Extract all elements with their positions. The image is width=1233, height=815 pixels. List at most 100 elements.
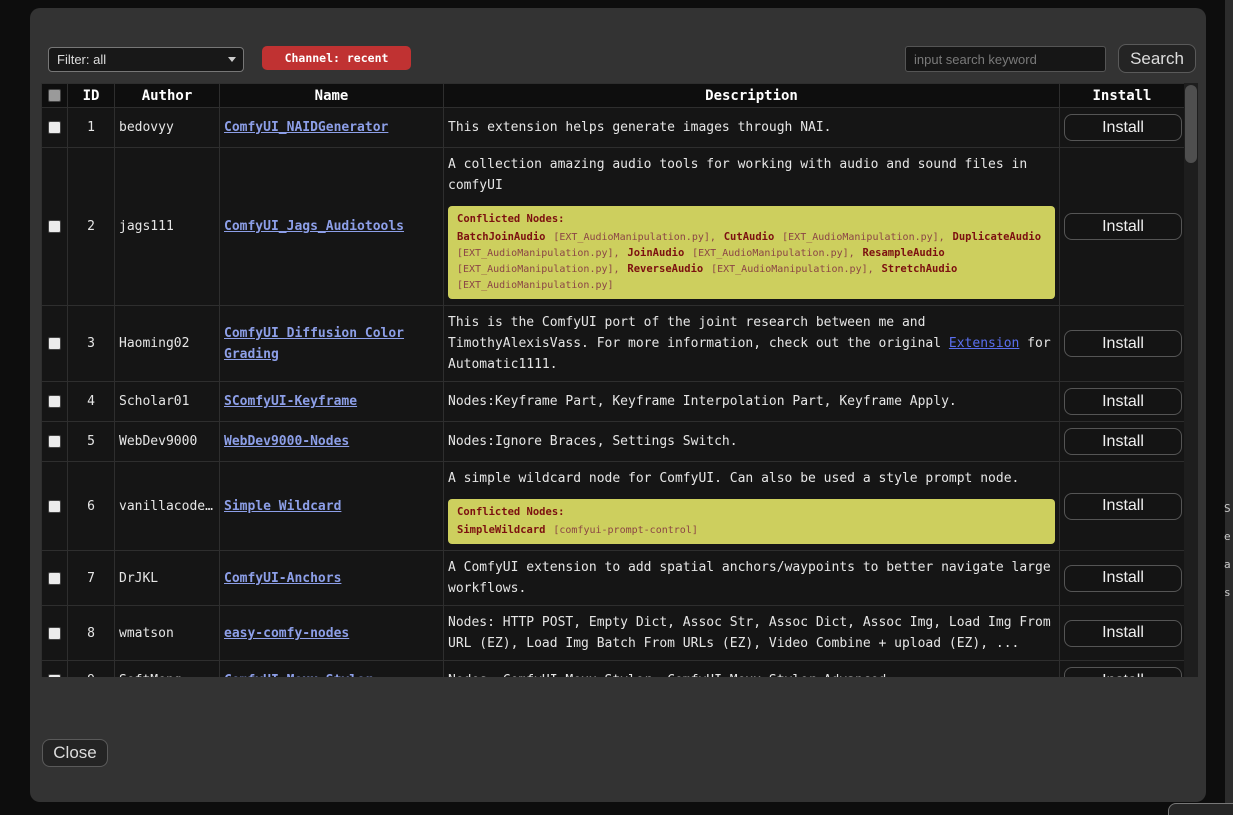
extension-name-link[interactable]: ComfyUI_Jags_Audiotools <box>224 219 404 234</box>
install-button[interactable]: Install <box>1064 428 1182 455</box>
edge-text-fragment: e <box>1224 530 1231 543</box>
table-row: 8 wmatson easy-comfy-nodes Nodes: HTTP P… <box>42 606 1185 661</box>
close-button[interactable]: Close <box>42 739 108 767</box>
row-author: WebDev9000 <box>115 422 220 462</box>
conflict-node-name: JoinAudio <box>627 247 684 259</box>
header-description: Description <box>444 84 1060 108</box>
row-description: Nodes:Keyframe Part, Keyframe Interpolat… <box>444 382 1060 422</box>
row-id: 5 <box>68 422 115 462</box>
conflict-node-name: CutAudio <box>724 231 775 243</box>
page-edge-strip <box>1225 0 1233 815</box>
partial-corner-button[interactable] <box>1168 803 1233 815</box>
description-extension-link[interactable]: Extension <box>949 336 1019 351</box>
table-row: 5 WebDev9000 WebDev9000-Nodes Nodes:Igno… <box>42 422 1185 462</box>
conflict-node-name: DuplicateAudio <box>953 231 1042 243</box>
row-checkbox[interactable] <box>48 500 61 513</box>
row-description: Nodes: HTTP POST, Empty Dict, Assoc Str,… <box>444 606 1060 661</box>
extensions-table: ID Author Name Description Install 1 bed… <box>41 83 1185 677</box>
conflict-node-name: ResampleAudio <box>863 247 945 259</box>
description-text: A collection amazing audio tools for wor… <box>448 154 1055 196</box>
select-all-checkbox[interactable] <box>48 89 61 102</box>
table-row: 7 DrJKL ComfyUI-Anchors A ComfyUI extens… <box>42 551 1185 606</box>
header-author: Author <box>115 84 220 108</box>
conflict-node-name: BatchJoinAudio <box>457 231 546 243</box>
extension-name-link[interactable]: easy-comfy-nodes <box>224 626 349 641</box>
row-author: DrJKL <box>115 551 220 606</box>
row-description: Nodes: ComfyUI Mexx Styler, ComfyUI Mexx… <box>444 661 1060 678</box>
description-text: A simple wildcard node for ComfyUI. Can … <box>448 468 1055 489</box>
conflicted-nodes-box: Conflicted Nodes: BatchJoinAudio [EXT_Au… <box>448 206 1055 299</box>
install-button[interactable]: Install <box>1064 565 1182 592</box>
table-row: 9 SoftMeng ComfyUI_Mexx_Styler Nodes: Co… <box>42 661 1185 678</box>
custom-nodes-dialog: Filter: all Channel: recent Search ID Au… <box>30 8 1206 802</box>
conflict-title: Conflicted Nodes: <box>457 505 1046 520</box>
row-id: 4 <box>68 382 115 422</box>
search-button[interactable]: Search <box>1118 44 1196 73</box>
conflict-node-name: ReverseAudio <box>627 263 703 275</box>
install-button[interactable]: Install <box>1064 330 1182 357</box>
conflict-node-source: [comfyui-prompt-control] <box>553 525 698 536</box>
row-description: A simple wildcard node for ComfyUI. Can … <box>444 462 1060 551</box>
conflict-node-source: [EXT_AudioManipulation.py] <box>457 280 614 291</box>
channel-badge[interactable]: Channel: recent <box>262 46 411 70</box>
extension-name-link[interactable]: ComfyUI_NAIDGenerator <box>224 120 388 135</box>
row-id: 6 <box>68 462 115 551</box>
row-checkbox[interactable] <box>48 220 61 233</box>
row-author: vanillacode314 <box>115 462 220 551</box>
row-checkbox[interactable] <box>48 121 61 134</box>
conflict-title: Conflicted Nodes: <box>457 212 1046 227</box>
edge-text-fragment: S <box>1224 502 1231 515</box>
install-button[interactable]: Install <box>1064 620 1182 647</box>
row-id: 2 <box>68 148 115 306</box>
edge-text-fragment: s <box>1224 586 1231 599</box>
conflict-items: SimpleWildcard [comfyui-prompt-control] <box>457 522 1046 538</box>
install-button[interactable]: Install <box>1064 493 1182 520</box>
extension-name-link[interactable]: ComfyUI-Anchors <box>224 571 341 586</box>
row-author: Scholar01 <box>115 382 220 422</box>
install-button[interactable]: Install <box>1064 213 1182 240</box>
extension-name-link[interactable]: ComfyUI_Mexx_Styler <box>224 673 373 677</box>
extension-name-link[interactable]: SComfyUI-Keyframe <box>224 394 357 409</box>
description-text: This is the ComfyUI port of the joint re… <box>448 315 949 351</box>
row-author: jags111 <box>115 148 220 306</box>
row-author: bedovyy <box>115 108 220 148</box>
conflict-node-source: [EXT_AudioManipulation.py], <box>692 248 855 259</box>
extension-name-link[interactable]: WebDev9000-Nodes <box>224 434 349 449</box>
table-scrollbar-track[interactable] <box>1184 83 1198 677</box>
conflict-node-source: [EXT_AudioManipulation.py], <box>711 264 874 275</box>
row-id: 1 <box>68 108 115 148</box>
extension-name-link[interactable]: ComfyUI Diffusion Color Grading <box>224 326 404 362</box>
table-row: 3 Haoming02 ComfyUI Diffusion Color Grad… <box>42 306 1185 382</box>
row-checkbox[interactable] <box>48 337 61 350</box>
row-checkbox[interactable] <box>48 435 61 448</box>
table-scrollbar-thumb[interactable] <box>1185 85 1197 163</box>
row-checkbox[interactable] <box>48 627 61 640</box>
row-id: 7 <box>68 551 115 606</box>
row-id: 3 <box>68 306 115 382</box>
search-input[interactable] <box>905 46 1106 72</box>
row-description: Nodes:Ignore Braces, Settings Switch. <box>444 422 1060 462</box>
install-button[interactable]: Install <box>1064 114 1182 141</box>
row-author: Haoming02 <box>115 306 220 382</box>
row-id: 8 <box>68 606 115 661</box>
row-id: 9 <box>68 661 115 678</box>
header-id: ID <box>68 84 115 108</box>
conflict-node-name: SimpleWildcard <box>457 524 546 536</box>
conflict-node-source: [EXT_AudioManipulation.py], <box>782 232 945 243</box>
row-checkbox[interactable] <box>48 674 61 677</box>
row-description: This is the ComfyUI port of the joint re… <box>444 306 1060 382</box>
filter-select[interactable]: Filter: all <box>48 47 244 72</box>
row-author: wmatson <box>115 606 220 661</box>
filter-select-wrap: Filter: all <box>48 47 244 72</box>
table-row: 2 jags111 ComfyUI_Jags_Audiotools A coll… <box>42 148 1185 306</box>
row-checkbox[interactable] <box>48 395 61 408</box>
table-row: 6 vanillacode314 Simple Wildcard A simpl… <box>42 462 1185 551</box>
row-description: A ComfyUI extension to add spatial ancho… <box>444 551 1060 606</box>
install-button[interactable]: Install <box>1064 667 1182 677</box>
extension-name-link[interactable]: Simple Wildcard <box>224 499 341 514</box>
row-checkbox[interactable] <box>48 572 61 585</box>
install-button[interactable]: Install <box>1064 388 1182 415</box>
conflict-node-source: [EXT_AudioManipulation.py], <box>457 264 620 275</box>
row-description: This extension helps generate images thr… <box>444 108 1060 148</box>
row-author: SoftMeng <box>115 661 220 678</box>
